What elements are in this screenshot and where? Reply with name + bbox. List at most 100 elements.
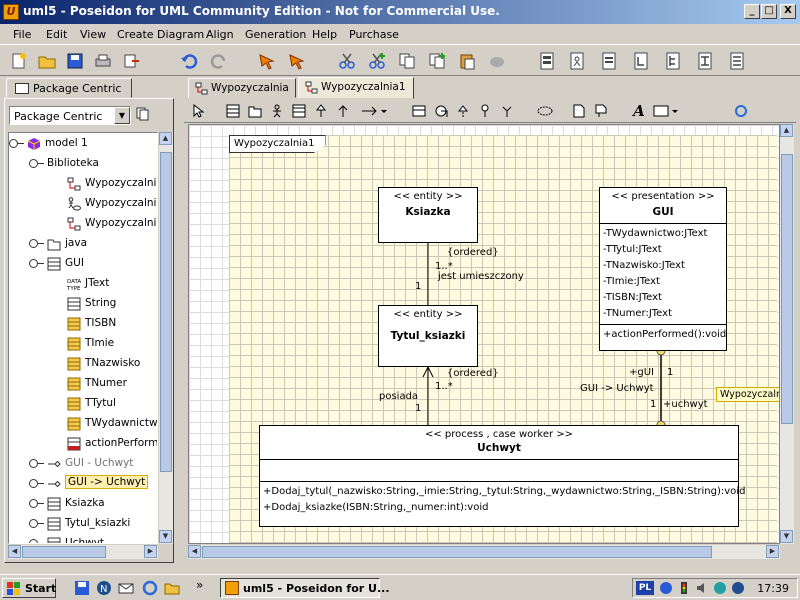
menu-file[interactable]: File <box>13 28 31 41</box>
multiplicity-label[interactable]: 1 <box>667 367 673 378</box>
tree-item[interactable]: TImie <box>9 335 157 353</box>
tree-item[interactable]: TWydawnictwo <box>9 415 157 433</box>
layout-button[interactable] <box>692 48 718 74</box>
menu-purchase[interactable]: Purchase <box>349 28 399 41</box>
attribute[interactable]: -TNazwisko:JText <box>600 258 726 274</box>
tree-item[interactable]: Biblioteka <box>9 155 157 173</box>
association-name-label[interactable]: GUI -> Uchwyt <box>580 383 654 394</box>
antivirus-icon[interactable] <box>713 581 727 595</box>
cut-button[interactable] <box>334 48 360 74</box>
tree-item[interactable]: model 1 <box>9 135 157 153</box>
reverse-engineer-button[interactable] <box>564 48 590 74</box>
view-selector-combo[interactable]: Package Centric ▼ <box>9 106 131 125</box>
tree-item[interactable]: GUI - Uchwyt <box>9 455 157 473</box>
paste-button[interactable] <box>454 48 480 74</box>
generalization-tool-button[interactable] <box>312 102 330 120</box>
scroll-thumb[interactable] <box>160 152 172 472</box>
interface-tool-button[interactable] <box>290 102 308 120</box>
tree-item[interactable]: GUI -> Uchwyt <box>9 475 157 493</box>
tree-item[interactable]: Wypozyczalnia <box>9 175 157 193</box>
roundtrip-button[interactable] <box>596 48 622 74</box>
tree-expander-icon[interactable] <box>9 139 24 148</box>
scroll-right-button[interactable]: ▶ <box>766 545 779 558</box>
quicklaunch-folder[interactable] <box>164 580 180 596</box>
tab-wypozyczalnia[interactable]: Wypozyczalnia <box>188 78 296 98</box>
canvas-horizontal-scrollbar[interactable]: ◀ ▶ <box>188 545 780 559</box>
tree-item[interactable]: Wypozyczalnia <box>9 195 157 213</box>
scroll-left-button[interactable]: ◀ <box>8 545 21 558</box>
constraint-label[interactable]: {ordered} <box>447 368 499 379</box>
language-indicator[interactable]: PL <box>636 581 654 595</box>
comment-tool-button[interactable] <box>570 102 588 120</box>
quicklaunch-more-icon[interactable]: » <box>196 578 212 594</box>
operation[interactable]: +Dodaj_tytul(_nazwisko:String,_imie:Stri… <box>260 484 745 500</box>
traffic-light-icon[interactable] <box>677 581 691 595</box>
menu-view[interactable]: View <box>80 28 106 41</box>
diagram-export-button[interactable] <box>660 48 686 74</box>
model-tree[interactable]: model 1 Biblioteka Wypozyczalnia Wypozyczal… <box>8 132 158 544</box>
multiplicity-label[interactable]: 1 <box>415 281 421 292</box>
netscape-tray-icon[interactable] <box>731 581 745 595</box>
minimize-button[interactable]: _ <box>744 4 760 19</box>
scroll-thumb[interactable] <box>202 546 712 558</box>
scroll-down-button[interactable]: ▼ <box>159 530 172 543</box>
tree-horizontal-scrollbar[interactable]: ◀ ▶ <box>8 545 158 559</box>
tree-item[interactable]: actionPerforme <box>9 435 157 453</box>
text-tool-button[interactable]: A <box>630 102 648 120</box>
tree-item[interactable]: TISBN <box>9 315 157 333</box>
taskbar-window-poseidon[interactable]: uml5 - Poseidon for U... <box>220 578 390 598</box>
fork-tool-button[interactable] <box>498 102 516 120</box>
scroll-up-button[interactable]: ▲ <box>159 132 172 145</box>
multiplicity-label[interactable]: 1 <box>650 399 656 410</box>
multiplicity-label[interactable]: 1 <box>415 403 421 414</box>
scroll-up-button[interactable]: ▲ <box>780 124 793 137</box>
save-button[interactable] <box>62 48 88 74</box>
open-project-button[interactable] <box>34 48 60 74</box>
menu-edit[interactable]: Edit <box>46 28 67 41</box>
tree-item[interactable]: DATA TYPE JText <box>9 275 157 293</box>
quicklaunch-ie[interactable] <box>142 580 158 596</box>
menu-align[interactable]: Align <box>206 28 234 41</box>
tab-wypozyczalnia1[interactable]: Wypozyczalnia1 <box>298 77 414 99</box>
print-button[interactable] <box>90 48 116 74</box>
operation[interactable]: +actionPerformed():void <box>600 327 726 343</box>
tree-item[interactable]: Tytul_ksiazki <box>9 515 157 533</box>
tree-expander-icon[interactable] <box>29 479 44 488</box>
navigate-back-button[interactable] <box>254 48 280 74</box>
actor-tool-button[interactable] <box>268 102 286 120</box>
scroll-down-button[interactable]: ▼ <box>780 530 793 543</box>
role-label[interactable]: +gUI <box>629 367 654 378</box>
tree-item[interactable]: Ksiazka <box>9 495 157 513</box>
canvas-vertical-scrollbar[interactable]: ▲ ▼ <box>780 124 794 544</box>
tree-expander-icon[interactable] <box>29 459 44 468</box>
multiplicity-label[interactable]: 1..* <box>435 381 453 392</box>
network-icon[interactable] <box>659 581 673 595</box>
tree-expander-icon[interactable] <box>29 159 44 168</box>
comment-link-tool-button[interactable] <box>592 102 610 120</box>
menu-generation[interactable]: Generation <box>245 28 306 41</box>
realization-tool-button[interactable] <box>454 102 472 120</box>
operation[interactable]: +Dodaj_ksiazke(ISBN:String,_numer:int):v… <box>260 500 738 516</box>
attribute[interactable]: -TWydawnictwo:JText <box>600 226 726 242</box>
maximize-button[interactable]: □ <box>761 4 777 19</box>
tree-item[interactable]: TNazwisko <box>9 355 157 373</box>
tree-item[interactable]: java <box>9 235 157 253</box>
refresh-button[interactable] <box>732 102 750 120</box>
attribute[interactable]: -TTytul:JText <box>600 242 726 258</box>
import-button[interactable] <box>628 48 654 74</box>
class-tool-button[interactable] <box>224 102 242 120</box>
start-button[interactable]: Start <box>2 578 56 598</box>
close-button[interactable]: X <box>780 4 796 19</box>
quicklaunch-floppy[interactable] <box>74 580 90 596</box>
copy-button[interactable] <box>394 48 420 74</box>
scroll-right-button[interactable]: ▶ <box>144 545 157 558</box>
new-project-button[interactable] <box>6 48 32 74</box>
attribute[interactable]: -TISBN:JText <box>600 290 726 306</box>
speaker-icon[interactable] <box>695 581 709 595</box>
poseidon-app-icon[interactable]: U <box>3 4 19 20</box>
tree-expander-icon[interactable] <box>29 519 44 528</box>
tree-item[interactable]: TNumer <box>9 375 157 393</box>
association-name-label[interactable]: jest umieszczony <box>438 271 524 282</box>
generate-code-button[interactable] <box>534 48 560 74</box>
tree-expander-icon[interactable] <box>29 239 44 248</box>
